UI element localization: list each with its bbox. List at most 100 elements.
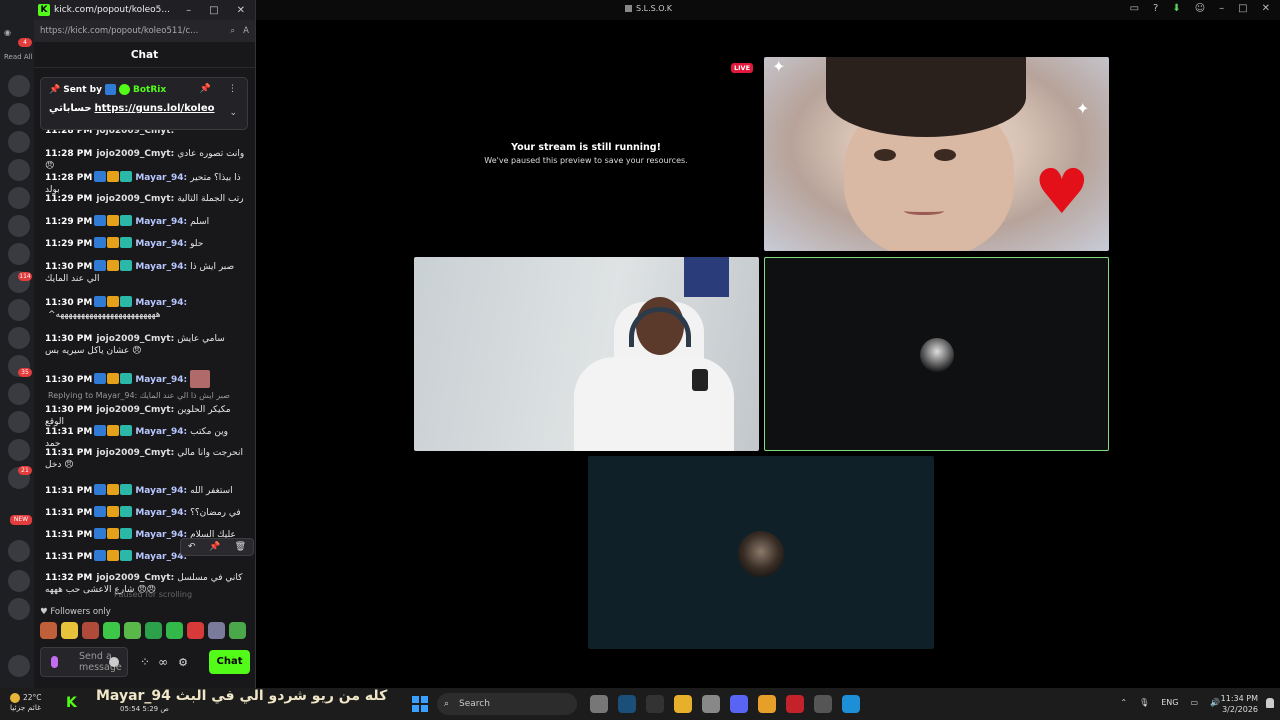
chat-message[interactable]: 11:30 PM jojo2009_Cmyt: سامي عايش عشان ياك… <box>45 333 245 357</box>
server-icon[interactable] <box>8 215 30 237</box>
message-username[interactable]: Mayar_94: <box>135 298 187 308</box>
close-icon[interactable]: ✕ <box>1262 3 1270 14</box>
reply-icon[interactable]: ↶ <box>188 542 196 552</box>
display-icon[interactable]: ▭ <box>1190 698 1198 707</box>
video-tile-camera-off[interactable] <box>764 257 1109 451</box>
discord-icon[interactable] <box>730 695 748 713</box>
zoom-icon[interactable]: ⌕ <box>230 26 235 36</box>
server-icon[interactable] <box>8 187 30 209</box>
emote-icon[interactable] <box>82 622 99 639</box>
url-text[interactable]: https://kick.com/popout/koleo511/c... <box>40 26 230 36</box>
message-username[interactable]: jojo2009_Cmyt: <box>96 448 174 458</box>
delete-icon[interactable]: 🗑 <box>235 542 246 552</box>
chat-message[interactable]: 11:31 PM Mayar_94: استغفر الله <box>45 484 245 497</box>
chat-message[interactable]: 11:29 PM Mayar_94: اسلم <box>45 215 245 228</box>
read-all-button[interactable]: Read All <box>4 53 33 61</box>
help-icon[interactable]: ? <box>1153 3 1158 14</box>
adobe-icon[interactable] <box>786 695 804 713</box>
emote-icon[interactable] <box>208 622 225 639</box>
download-icon[interactable]: ⬇ <box>1172 3 1180 14</box>
user-avatar[interactable] <box>8 655 30 677</box>
people-icon[interactable]: ☺ <box>1195 3 1205 14</box>
chat-message[interactable]: 11:30 PM Mayar_94: <box>45 370 245 388</box>
message-username[interactable]: Mayar_94: <box>135 173 187 183</box>
reply-preview[interactable]: Replying to Mayar_94: صبر ايش ذا الي عند… <box>48 391 230 400</box>
discord-home-icon[interactable]: ◉ <box>4 28 32 37</box>
settings-icon[interactable] <box>702 695 720 713</box>
bot-name[interactable]: BotRix <box>133 85 166 95</box>
server-icon[interactable] <box>8 243 30 265</box>
folder-icon[interactable] <box>674 695 692 713</box>
chat-message[interactable]: 11:28 PM jojo2009_Cmyt: وانت تصوره عادي 😠 <box>45 148 245 172</box>
maximize-icon[interactable]: □ <box>209 5 218 16</box>
lang-indicator[interactable]: ENG <box>1161 698 1178 707</box>
file-icon[interactable] <box>590 695 608 713</box>
dots-icon[interactable]: ⁘ <box>140 655 150 669</box>
app-icon[interactable] <box>758 695 776 713</box>
taskbar-search[interactable]: ⌕ Search <box>437 693 577 715</box>
video-tile-streamer[interactable] <box>414 257 759 451</box>
server-icon[interactable] <box>8 570 30 592</box>
emote-icon[interactable] <box>145 622 162 639</box>
message-username[interactable]: Mayar_94: <box>135 262 187 272</box>
url-bar[interactable]: https://kick.com/popout/koleo511/c... ⌕ … <box>34 20 255 42</box>
chat-message[interactable]: 11:30 PM Mayar_94: صبر ايش ذا الي عند الما… <box>45 260 245 285</box>
emote-icon[interactable] <box>61 622 78 639</box>
edge-icon[interactable] <box>842 695 860 713</box>
maximize-icon[interactable]: □ <box>1238 3 1247 14</box>
chat-send-button[interactable]: Chat <box>209 650 250 674</box>
minimize-icon[interactable]: – <box>186 5 191 16</box>
message-username[interactable]: Mayar_94: <box>135 239 187 249</box>
message-username[interactable]: Mayar_94: <box>135 217 187 227</box>
message-username[interactable]: jojo2009_Cmyt: <box>96 573 174 583</box>
server-icon[interactable] <box>8 299 30 321</box>
server-icon[interactable] <box>8 103 30 125</box>
emote-icon[interactable] <box>166 622 183 639</box>
notification-bell-icon[interactable] <box>1266 698 1274 708</box>
emoji-icon[interactable] <box>109 657 119 667</box>
emote-icon[interactable] <box>187 622 204 639</box>
message-username[interactable]: jojo2009_Cmyt: <box>96 405 174 415</box>
chevron-down-icon[interactable]: ⌄ <box>229 108 237 118</box>
pinned-message[interactable]: 📌 Sent by BotRix 📌 ⋮ حساباتي https://guns… <box>40 77 248 130</box>
pin-icon[interactable]: 📌 <box>209 542 220 552</box>
message-username[interactable]: Mayar_94: <box>135 530 187 540</box>
message-username[interactable]: jojo2009_Cmyt: <box>96 149 174 159</box>
mic-icon[interactable]: 🎙 <box>1139 698 1149 707</box>
minimize-icon[interactable]: – <box>1219 3 1224 14</box>
taskbar-clock[interactable]: 11:34 PM 3/2/2026 <box>1221 693 1258 715</box>
emote-icon[interactable] <box>229 622 246 639</box>
video-tile-boy[interactable]: ♥ ✦ ✦ <box>764 57 1109 251</box>
epic-games-icon[interactable] <box>646 695 664 713</box>
server-icon[interactable] <box>8 383 30 405</box>
app-icon[interactable] <box>814 695 832 713</box>
chat-message[interactable]: 11:31 PM jojo2009_Cmyt: انحرجت وانا مالي د… <box>45 447 245 471</box>
chat-message[interactable]: 11:31 PM Mayar_94: في رمضان؟؟ <box>45 506 245 519</box>
message-input[interactable]: Send a message <box>40 647 128 677</box>
server-icon[interactable] <box>8 131 30 153</box>
chat-message[interactable]: 11:30 PM Mayar_94: ^هههههههههههههههههههههه… <box>45 296 245 321</box>
message-username[interactable]: jojo2009_Cmyt: <box>96 194 174 204</box>
server-icon[interactable] <box>8 439 30 461</box>
server-icon[interactable] <box>8 411 30 433</box>
unpin-icon[interactable]: 📌 <box>200 84 211 94</box>
translate-icon[interactable]: A <box>243 26 249 36</box>
pinned-link[interactable]: https://guns.lol/koleo <box>95 103 215 114</box>
server-icon[interactable] <box>8 159 30 181</box>
video-tile-camera-off[interactable] <box>588 456 934 649</box>
volume-icon[interactable]: 🔊 <box>1210 698 1220 707</box>
server-icon[interactable] <box>8 327 30 349</box>
chat-message[interactable]: 11:29 PM Mayar_94: حلو <box>45 237 245 250</box>
scroll-hint[interactable]: Paused for scrolling <box>114 590 192 599</box>
message-username[interactable]: jojo2009_Cmyt: <box>96 334 174 344</box>
steam-icon[interactable] <box>618 695 636 713</box>
weather-widget[interactable]: 22°C غائم جزئيا <box>10 693 42 713</box>
emote-icon[interactable] <box>40 622 57 639</box>
message-username[interactable]: Mayar_94: <box>135 508 187 518</box>
message-username[interactable]: Mayar_94: <box>135 486 187 496</box>
chevron-up-icon[interactable]: ⌃ <box>1120 698 1127 707</box>
chat-message[interactable]: 11:29 PM jojo2009_Cmyt: رتب الجملة التالية <box>45 193 245 205</box>
message-username[interactable]: Mayar_94: <box>135 427 187 437</box>
start-icon[interactable] <box>412 696 428 712</box>
emote-icon[interactable] <box>103 622 120 639</box>
